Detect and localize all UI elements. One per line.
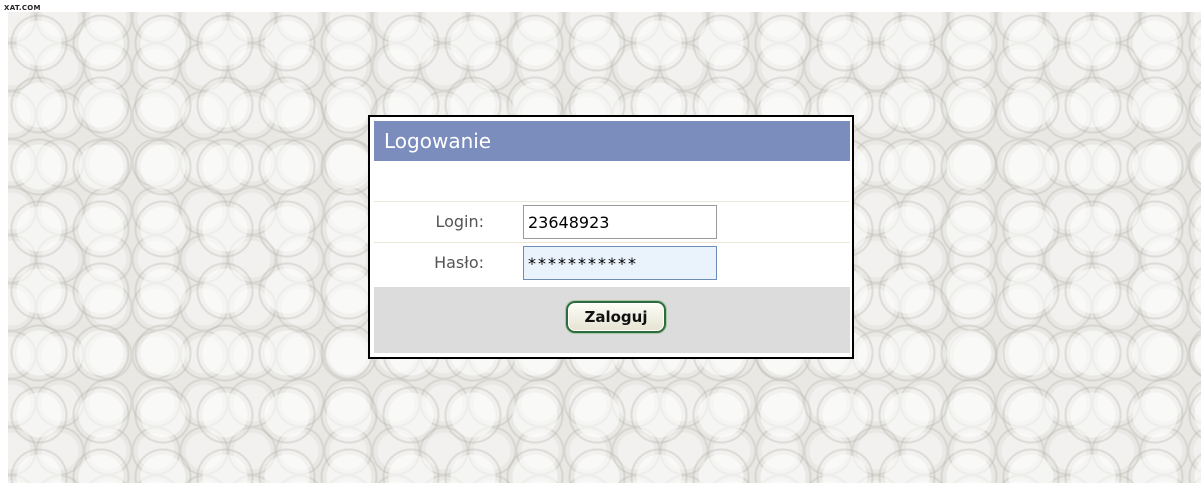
watermark-label: XAT.COM (4, 4, 41, 12)
login-input[interactable] (523, 205, 717, 239)
password-input[interactable] (523, 246, 717, 280)
login-dialog: Logowanie Login: Hasło: Zaloguj (368, 115, 854, 359)
dialog-spacer (374, 165, 850, 202)
login-row: Login: (374, 202, 850, 243)
login-dialog-body: Logowanie Login: Hasło: Zaloguj (374, 121, 850, 353)
password-label: Hasło: (434, 253, 484, 272)
login-label: Login: (435, 212, 484, 231)
password-row: Hasło: (374, 243, 850, 283)
login-submit-button[interactable]: Zaloguj (566, 301, 666, 333)
dialog-footer: Zaloguj (374, 287, 850, 353)
dialog-title: Logowanie (374, 121, 850, 161)
